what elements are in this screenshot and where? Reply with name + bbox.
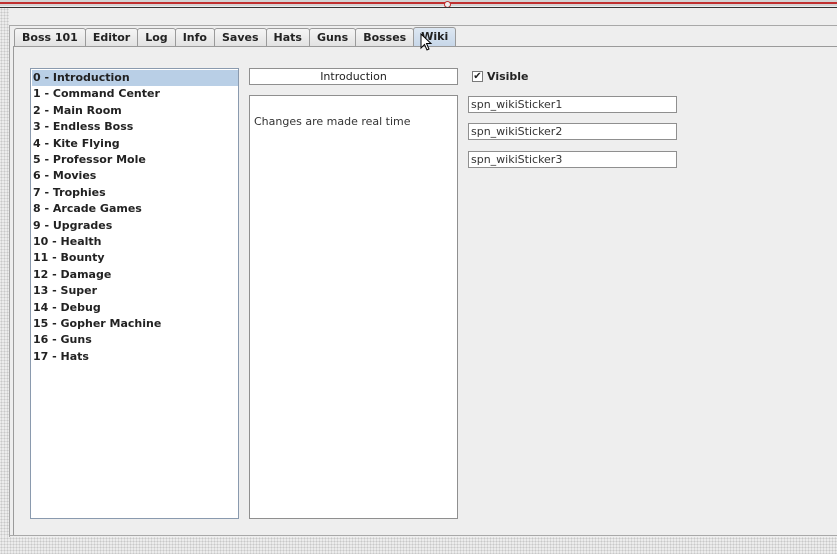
topic-list-item[interactable]: 13 - Super (32, 283, 238, 299)
tab-bar: Boss 101 Editor Log Info Saves Hats Guns… (14, 27, 457, 47)
mouse-pointer-icon (420, 33, 433, 51)
left-border (0, 8, 9, 554)
topic-list[interactable]: 0 - Introduction 1 - Command Center 2 - Ma… (30, 68, 239, 519)
sticker-field-3[interactable]: spn_wikiSticker3 (468, 151, 677, 168)
topic-title-field[interactable]: Introduction (249, 68, 458, 85)
sticker-field-1[interactable]: spn_wikiSticker1 (468, 96, 677, 113)
tab-saves[interactable]: Saves (213, 28, 267, 46)
bottom-border (0, 537, 837, 554)
frame-edge-top (9, 25, 837, 26)
topic-list-item[interactable]: 9 - Upgrades (32, 218, 238, 234)
topic-body-textarea[interactable]: Changes are made real time (249, 95, 458, 519)
topic-list-item[interactable]: 2 - Main Room (32, 103, 238, 119)
topic-list-item[interactable]: 5 - Professor Mole (32, 152, 238, 168)
visible-label: Visible (487, 69, 529, 83)
topic-list-item[interactable]: 1 - Command Center (32, 86, 238, 102)
tab-editor[interactable]: Editor (84, 28, 139, 46)
tab-guns[interactable]: Guns (308, 28, 357, 46)
visible-toggle[interactable]: ✔ Visible (472, 68, 529, 84)
topic-list-item[interactable]: 6 - Movies (32, 168, 238, 184)
topic-list-item[interactable]: 0 - Introduction (32, 70, 238, 86)
topic-list-item[interactable]: 7 - Trophies (32, 185, 238, 201)
frame-edge-left (9, 25, 10, 537)
topic-list-item[interactable]: 16 - Guns (32, 332, 238, 348)
topic-list-item[interactable]: 15 - Gopher Machine (32, 316, 238, 332)
topic-list-item[interactable]: 11 - Bounty (32, 250, 238, 266)
topic-list-item[interactable]: 4 - Kite Flying (32, 136, 238, 152)
tab-boss-101[interactable]: Boss 101 (14, 28, 86, 46)
tab-bosses[interactable]: Bosses (355, 28, 415, 46)
sticker-field-2[interactable]: spn_wikiSticker2 (468, 123, 677, 140)
frame-edge-bottom (9, 535, 837, 536)
tab-info[interactable]: Info (174, 28, 215, 46)
topic-list-item[interactable]: 17 - Hats (32, 349, 238, 365)
tab-log[interactable]: Log (137, 28, 176, 46)
topic-list-item[interactable]: 3 - Endless Boss (32, 119, 238, 135)
divider (0, 7, 837, 8)
accent-line (0, 2, 837, 4)
topic-list-item[interactable]: 14 - Debug (32, 300, 238, 316)
visible-checkbox[interactable]: ✔ (472, 70, 483, 82)
topic-list-item[interactable]: 10 - Health (32, 234, 238, 250)
tab-hats[interactable]: Hats (265, 28, 310, 46)
topic-list-item[interactable]: 12 - Damage (32, 267, 238, 283)
topic-list-item[interactable]: 8 - Arcade Games (32, 201, 238, 217)
topic-body-text: Changes are made real time (254, 115, 411, 128)
